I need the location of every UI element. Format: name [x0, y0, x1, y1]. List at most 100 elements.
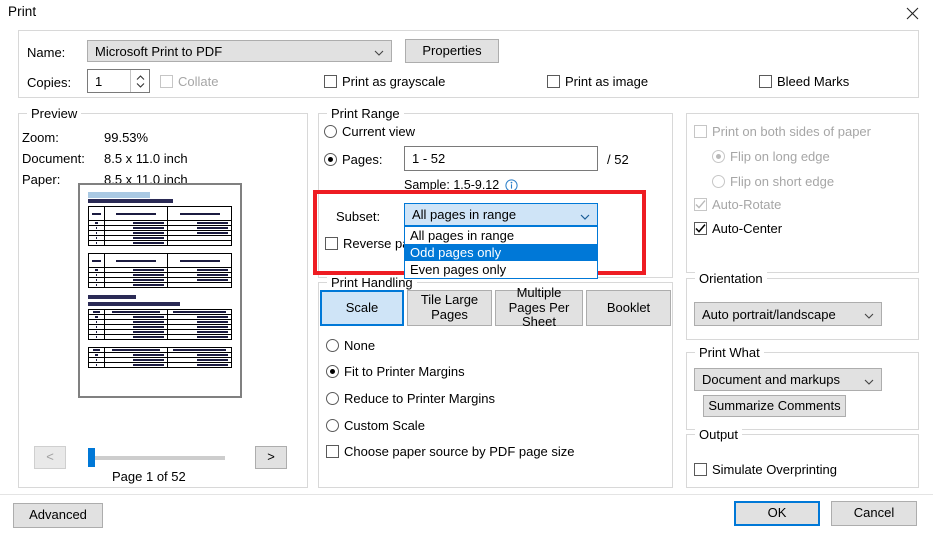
scale-fit-radio-circle: [326, 365, 339, 378]
chevron-down-icon: [580, 210, 590, 220]
info-icon[interactable]: [505, 179, 518, 192]
summarize-comments-button[interactable]: Summarize Comments: [703, 395, 846, 417]
page-slider-track[interactable]: [90, 456, 225, 460]
subset-option-all[interactable]: All pages in range: [405, 227, 597, 244]
preview-legend: Preview: [27, 106, 82, 121]
printer-group: Name: Microsoft Print to PDF Properties …: [18, 30, 919, 98]
pages-range-input[interactable]: 1 - 52: [404, 146, 598, 171]
printer-name-value: Microsoft Print to PDF: [95, 43, 223, 59]
zoom-label: Zoom:: [22, 130, 59, 145]
scale-custom-label: Custom Scale: [344, 418, 425, 433]
subset-dropdown-list[interactable]: All pages in range Odd pages only Even p…: [404, 226, 598, 279]
scale-none-label: None: [344, 338, 376, 353]
tab-scale[interactable]: Scale: [320, 290, 404, 326]
subset-label: Subset:: [336, 209, 381, 224]
spin-up-icon: [136, 74, 144, 80]
total-pages-label: / 52: [607, 152, 629, 167]
thumb-table-2: [88, 253, 232, 288]
print-as-grayscale-label: Print as grayscale: [342, 74, 446, 89]
page-slider-thumb[interactable]: [88, 448, 95, 467]
cancel-button[interactable]: Cancel: [831, 501, 917, 526]
scale-option-reduce-to-printer-margins[interactable]: Reduce to Printer Margins: [326, 391, 495, 406]
tab-booklet[interactable]: Booklet: [586, 290, 671, 326]
auto-center-checkbox[interactable]: Auto-Center: [694, 221, 782, 236]
simulate-overprinting-box: [694, 463, 707, 476]
print-what-value: Document and markups: [702, 372, 841, 387]
chevron-down-icon: [374, 46, 384, 56]
thumb-title-highlight: [88, 192, 150, 198]
current-view-radio[interactable]: Current view: [324, 124, 415, 139]
print-both-sides-label: Print on both sides of paper: [712, 124, 871, 139]
page-status-text: Page 1 of 52: [112, 469, 186, 484]
check-icon: [695, 224, 706, 233]
title-bar: Print: [0, 0, 933, 26]
orientation-combo[interactable]: Auto portrait/landscape: [694, 302, 882, 326]
footer-divider: [0, 494, 933, 495]
pages-label: Pages:: [342, 152, 383, 167]
choose-paper-source-label: Choose paper source by PDF page size: [344, 444, 575, 459]
page-title: Print: [8, 4, 37, 19]
print-dialog: Print Name: Microsoft Print to PDF Prope…: [0, 0, 933, 540]
copies-value: 1: [95, 73, 103, 89]
print-as-grayscale-box: [324, 75, 337, 88]
pages-radio[interactable]: Pages:: [324, 152, 382, 167]
paper-size-label: Paper:: [22, 172, 61, 187]
subset-combo[interactable]: All pages in range: [404, 203, 598, 226]
orientation-value: Auto portrait/landscape: [702, 306, 836, 322]
previous-page-button[interactable]: <: [34, 446, 66, 469]
scale-option-fit-to-printer-margins[interactable]: Fit to Printer Margins: [326, 364, 465, 379]
scale-fit-label: Fit to Printer Margins: [344, 364, 465, 379]
flip-short-edge-radio[interactable]: Flip on short edge: [712, 174, 834, 189]
zoom-value: 99.53%: [104, 130, 149, 145]
collate-checkbox[interactable]: Collate: [160, 74, 218, 89]
flip-long-edge-label: Flip on long edge: [730, 149, 830, 164]
advanced-button[interactable]: Advanced: [13, 503, 103, 528]
print-as-image-label: Print as image: [565, 74, 649, 89]
subset-value: All pages in range: [412, 207, 517, 222]
tab-multiple-pages-per-sheet[interactable]: Multiple Pages Per Sheet: [495, 285, 583, 329]
chevron-down-icon: [864, 309, 874, 319]
copies-stepper[interactable]: 1: [87, 69, 150, 93]
sample-text: Sample: 1.5-9.12: [404, 178, 500, 192]
print-as-image-checkbox[interactable]: Print as image: [547, 74, 648, 89]
flip-short-edge-label: Flip on short edge: [730, 174, 835, 189]
bleed-marks-label: Bleed Marks: [777, 74, 850, 89]
reverse-pages-box: [325, 237, 338, 250]
auto-rotate-checkbox[interactable]: Auto-Rotate: [694, 197, 781, 212]
scale-none-radio-circle: [326, 339, 339, 352]
document-size-label: Document:: [22, 151, 85, 166]
auto-center-label: Auto-Center: [712, 221, 783, 236]
auto-center-box: [694, 222, 707, 235]
print-as-grayscale-checkbox[interactable]: Print as grayscale: [324, 74, 445, 89]
printer-name-label: Name:: [27, 45, 66, 60]
thumb-table-1: [88, 206, 232, 246]
pages-radio-circle: [324, 153, 337, 166]
scale-reduce-label: Reduce to Printer Margins: [344, 391, 496, 406]
flip-long-edge-radio[interactable]: Flip on long edge: [712, 149, 830, 164]
output-group: Output: [686, 427, 919, 488]
choose-paper-source-checkbox[interactable]: Choose paper source by PDF page size: [326, 444, 575, 459]
print-what-group: Print What: [686, 345, 919, 430]
print-what-combo[interactable]: Document and markups: [694, 368, 882, 391]
scale-option-custom-scale[interactable]: Custom Scale: [326, 418, 425, 433]
close-icon[interactable]: [891, 0, 933, 26]
subset-option-odd[interactable]: Odd pages only: [405, 244, 597, 261]
output-legend: Output: [695, 427, 743, 442]
simulate-overprinting-checkbox[interactable]: Simulate Overprinting: [694, 462, 837, 477]
copies-spin-buttons[interactable]: [130, 70, 149, 92]
print-what-legend: Print What: [695, 345, 764, 360]
next-page-button[interactable]: >: [255, 446, 287, 469]
printer-name-combo[interactable]: Microsoft Print to PDF: [87, 40, 392, 62]
subset-option-even[interactable]: Even pages only: [405, 261, 597, 278]
chevron-down-icon: [864, 375, 874, 385]
scale-reduce-radio-circle: [326, 392, 339, 405]
print-both-sides-checkbox[interactable]: Print on both sides of paper: [694, 124, 871, 139]
tab-tile-large-pages[interactable]: Tile Large Pages: [407, 290, 492, 326]
properties-button[interactable]: Properties: [405, 39, 499, 63]
thumb-heading-1: [88, 199, 173, 203]
scale-option-none[interactable]: None: [326, 338, 375, 353]
pages-range-value: 1 - 52: [412, 151, 446, 166]
ok-button[interactable]: OK: [734, 501, 820, 526]
choose-paper-source-box: [326, 445, 339, 458]
bleed-marks-checkbox[interactable]: Bleed Marks: [759, 74, 849, 89]
